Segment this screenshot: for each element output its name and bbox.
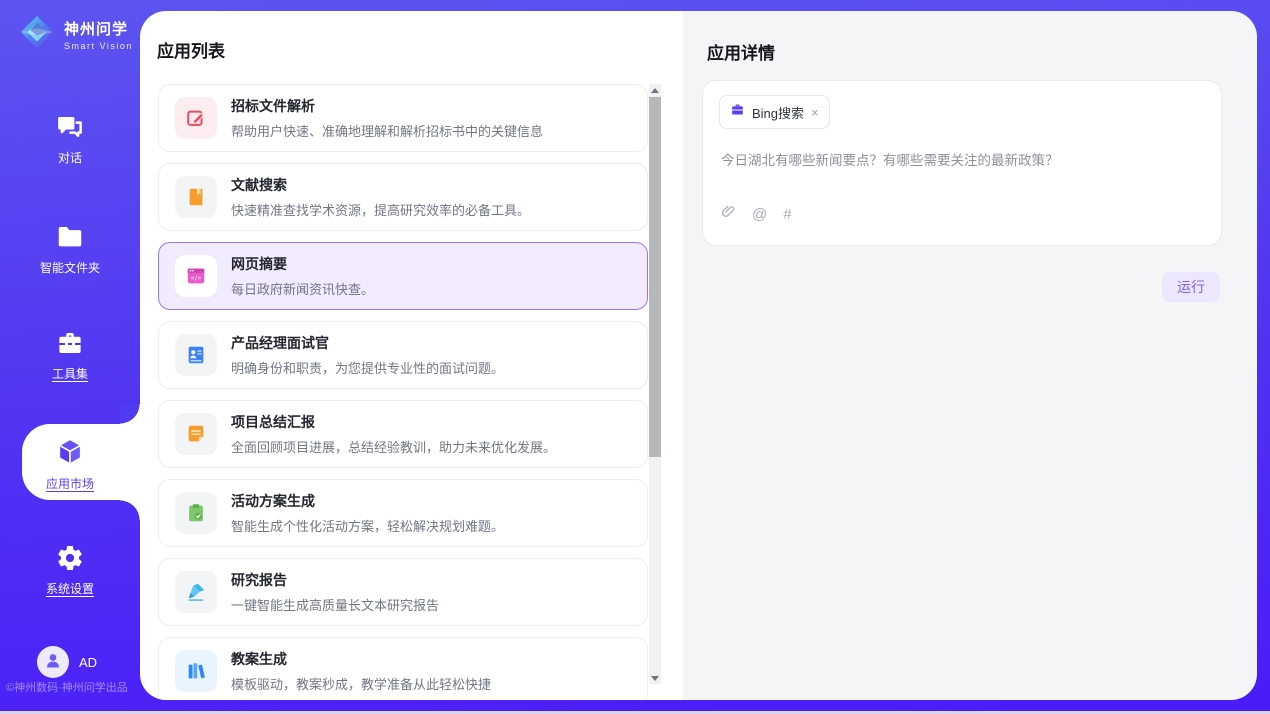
- books-icon: [175, 650, 217, 692]
- pen-icon: [175, 571, 217, 613]
- sidebar-item-label: 对话: [0, 149, 140, 166]
- tool-chip-label: Bing搜索: [752, 103, 804, 122]
- sidebar-item-label: 工具集: [0, 365, 140, 382]
- app-card-lesson-plan[interactable]: 教案生成 模板驱动，教案秒成，教学准备从此轻松快捷: [158, 637, 648, 700]
- edit-document-icon: [175, 97, 217, 139]
- close-icon[interactable]: ×: [811, 106, 819, 119]
- sidebar-item-label: 系统设置: [0, 580, 140, 597]
- app-card-desc: 智能生成个性化活动方案，轻松解决规划难题。: [231, 516, 504, 535]
- main-content: 应用列表 招标文件解析 帮助用户快速、准确地理解和解析招标书中的关键信息: [140, 11, 1257, 700]
- app-card-research-report[interactable]: 研究报告 一键智能生成高质量长文本研究报告: [158, 558, 648, 626]
- browser-code-icon: </>: [175, 255, 217, 297]
- gear-icon: [0, 543, 140, 573]
- book-icon: [175, 176, 217, 218]
- mention-icon[interactable]: @: [752, 206, 767, 223]
- note-icon: [175, 413, 217, 455]
- resume-icon: [175, 334, 217, 376]
- briefcase-icon: [0, 328, 140, 358]
- scroll-down-arrow-icon[interactable]: [649, 672, 661, 684]
- app-list-title: 应用列表: [157, 37, 225, 62]
- app-card-desc: 帮助用户快速、准确地理解和解析招标书中的关键信息: [231, 121, 543, 140]
- sidebar-item-app-market[interactable]: 应用市场: [0, 436, 140, 492]
- prompt-text[interactable]: 今日湖北有哪些新闻要点？有哪些需要关注的最新政策？: [721, 149, 1203, 169]
- app-card-desc: 快速精准查找学术资源，提高研究效率的必备工具。: [231, 200, 530, 219]
- brand-tagline: Smart Vision: [64, 41, 133, 51]
- chat-icon: [0, 112, 140, 142]
- folder-icon: [0, 222, 140, 252]
- sidebar-item-chat[interactable]: 对话: [0, 112, 140, 166]
- app-detail-panel: 应用详情 Bing搜索 × 今日湖北有哪些新闻要点？有哪些需要关注的最新政策？: [683, 11, 1257, 700]
- app-card-title: 研究报告: [231, 570, 439, 590]
- app-card-web-summary[interactable]: </> 网页摘要 每日政府新闻资讯快查。: [158, 242, 648, 310]
- copyright-text: ©神州数码·神州问学出品: [6, 679, 140, 695]
- app-card-desc: 全面回顾项目进展，总结经验教训，助力未来优化发展。: [231, 437, 556, 456]
- bubble-fillet-top: [120, 404, 140, 424]
- app-card-list: 招标文件解析 帮助用户快速、准确地理解和解析招标书中的关键信息 文献搜索 快速精…: [158, 84, 648, 700]
- paperclip-icon[interactable]: [721, 203, 736, 225]
- app-card-pm-interviewer[interactable]: 产品经理面试官 明确身份和职责，为您提供专业性的面试问题。: [158, 321, 648, 389]
- sidebar-item-label: 智能文件夹: [0, 259, 140, 276]
- app-card-desc: 每日政府新闻资讯快查。: [231, 279, 374, 298]
- app-detail-title: 应用详情: [707, 39, 775, 64]
- sidebar-item-label: 应用市场: [0, 475, 140, 492]
- tool-chip-bing-search[interactable]: Bing搜索 ×: [719, 95, 830, 129]
- app-card-title: 招标文件解析: [231, 96, 543, 116]
- app-card-title: 项目总结汇报: [231, 412, 556, 432]
- run-button[interactable]: 运行: [1162, 272, 1220, 302]
- user-account[interactable]: AD: [37, 646, 97, 678]
- list-scrollbar[interactable]: [649, 84, 661, 684]
- app-card-title: 教案生成: [231, 649, 491, 669]
- prompt-card[interactable]: Bing搜索 × 今日湖北有哪些新闻要点？有哪些需要关注的最新政策？ @ #: [702, 80, 1222, 246]
- app-card-title: 产品经理面试官: [231, 333, 504, 353]
- sidebar-item-smart-folder[interactable]: 智能文件夹: [0, 222, 140, 276]
- cube-icon: [0, 436, 140, 468]
- brand-name: 神州问学: [64, 18, 133, 39]
- app-card-event-plan[interactable]: 活动方案生成 智能生成个性化活动方案，轻松解决规划难题。: [158, 479, 648, 547]
- app-card-bid-parsing[interactable]: 招标文件解析 帮助用户快速、准确地理解和解析招标书中的关键信息: [158, 84, 648, 152]
- avatar: [37, 646, 69, 678]
- bubble-fillet-bottom: [120, 500, 140, 520]
- sidebar-item-toolset[interactable]: 工具集: [0, 328, 140, 382]
- app-card-desc: 一键智能生成高质量长文本研究报告: [231, 595, 439, 614]
- app-card-desc: 明确身份和职责，为您提供专业性的面试问题。: [231, 358, 504, 377]
- app-card-title: 文献搜索: [231, 175, 530, 195]
- prompt-toolbar: @ #: [721, 203, 792, 225]
- app-card-title: 网页摘要: [231, 254, 374, 274]
- person-icon: [43, 650, 63, 675]
- app-card-project-summary[interactable]: 项目总结汇报 全面回顾项目进展，总结经验教训，助力未来优化发展。: [158, 400, 648, 468]
- svg-text:</>: </>: [191, 275, 202, 282]
- sidebar-item-settings[interactable]: 系统设置: [0, 543, 140, 597]
- hash-icon[interactable]: #: [783, 206, 791, 223]
- brand-logo: 神州问学 Smart Vision: [18, 13, 133, 56]
- scrollbar-thumb[interactable]: [649, 97, 661, 457]
- clipboard-check-icon: [175, 492, 217, 534]
- app-card-title: 活动方案生成: [231, 491, 504, 511]
- briefcase-icon: [730, 102, 745, 122]
- app-list-panel: 应用列表 招标文件解析 帮助用户快速、准确地理解和解析招标书中的关键信息: [140, 11, 683, 700]
- diamond-logo-icon: [18, 13, 56, 56]
- app-card-desc: 模板驱动，教案秒成，教学准备从此轻松快捷: [231, 674, 491, 693]
- app-card-literature-search[interactable]: 文献搜索 快速精准查找学术资源，提高研究效率的必备工具。: [158, 163, 648, 231]
- user-name: AD: [79, 655, 97, 670]
- sidebar: 神州问学 Smart Vision 对话 智能文件夹: [0, 0, 140, 714]
- scroll-up-arrow-icon[interactable]: [649, 84, 661, 96]
